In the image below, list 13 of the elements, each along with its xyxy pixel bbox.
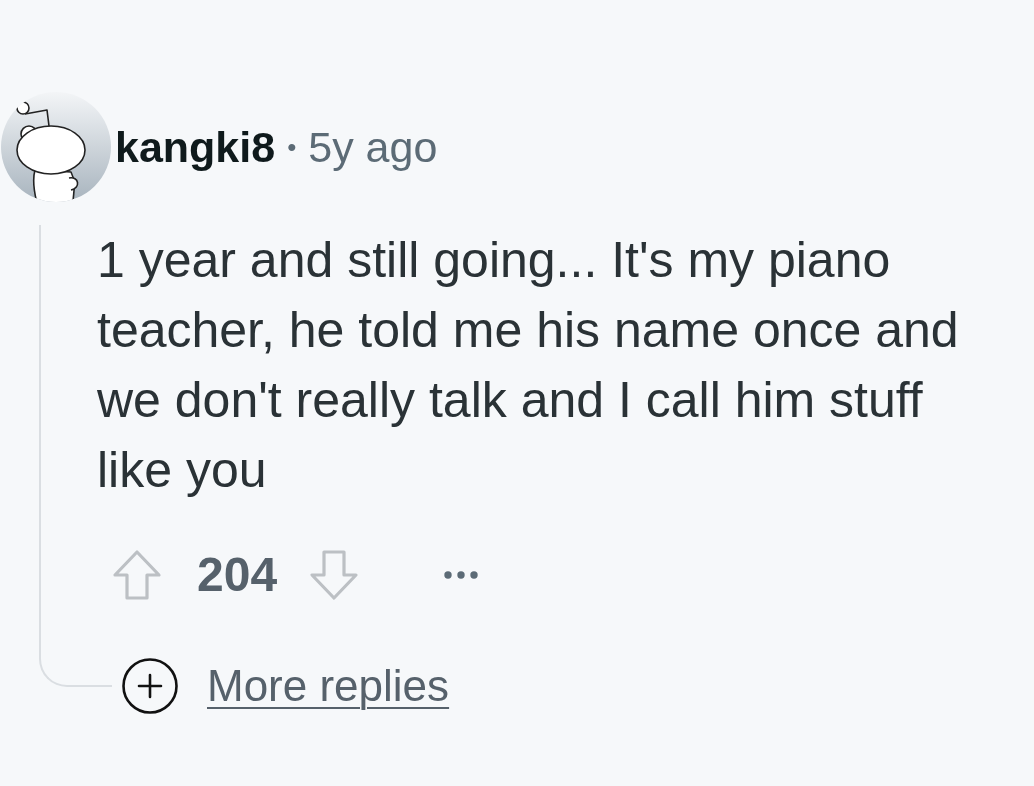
downvote-button[interactable] xyxy=(309,549,360,601)
plus-circle-icon xyxy=(122,658,178,714)
more-replies-button[interactable]: More replies xyxy=(122,658,450,714)
vote-count: 204 xyxy=(197,551,278,599)
arrow-down-icon xyxy=(309,549,360,601)
separator-dot: • xyxy=(287,134,297,160)
username[interactable]: kangki8 xyxy=(115,125,276,169)
upvote-button[interactable] xyxy=(112,549,162,601)
more-options-button[interactable] xyxy=(444,571,479,579)
post-time: 5y ago xyxy=(308,125,438,169)
arrow-up-icon xyxy=(112,549,162,601)
more-icon xyxy=(444,571,479,579)
comment-text: 1 year and still going... It's my piano teacher, he told me his name once and we don't really talk and I call him stuff like you xyxy=(97,231,960,500)
